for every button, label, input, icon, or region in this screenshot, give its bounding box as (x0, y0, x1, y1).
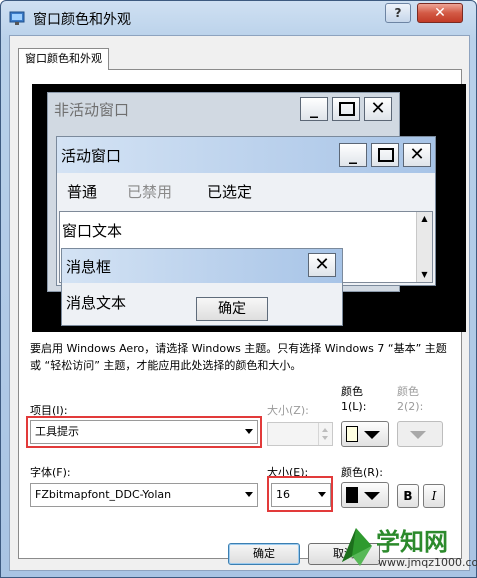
preview-window-text: 窗口文本 (62, 222, 123, 240)
chevron-down-icon (410, 431, 426, 439)
color2-picker-button[interactable] (397, 421, 443, 447)
preview-menu-bar[interactable]: 普通 已禁用 已选定 (57, 175, 435, 205)
help-button[interactable]: ? (385, 3, 411, 23)
close-button[interactable]: ✕ (417, 3, 463, 23)
highlight-box-font-size (267, 476, 333, 512)
preview-ok-button[interactable]: 确定 (196, 297, 268, 321)
preview-msgbox-title: 消息框 (66, 258, 112, 276)
item-size-spinner[interactable] (267, 422, 333, 446)
chevron-down-icon (245, 492, 253, 497)
font-color-label: 颜色(R): (341, 466, 383, 479)
preview-msgbox-close-button[interactable]: ✕ (308, 253, 336, 277)
font-label: 字体(F): (30, 466, 71, 479)
maximize-icon (339, 102, 355, 116)
highlight-box-item (26, 416, 262, 448)
font-color-swatch (346, 487, 358, 503)
preview-inactive-close-button[interactable]: ✕ (364, 97, 392, 121)
italic-button[interactable]: I (423, 484, 445, 508)
preview-inactive-title: 非活动窗口 (54, 101, 130, 119)
font-select[interactable]: FZbitmapfont_DDC-Yolan (30, 483, 258, 507)
preview-scrollbar[interactable]: ▲ ▼ (416, 212, 432, 282)
chevron-down-icon (364, 431, 380, 439)
scroll-down-icon[interactable]: ▼ (417, 268, 432, 282)
bold-button[interactable]: B (397, 484, 419, 508)
preview-msgbox-titlebar[interactable]: 消息框 ✕ (62, 249, 342, 283)
color1-picker-button[interactable] (341, 421, 389, 447)
preview-inactive-maximize-button[interactable] (332, 97, 360, 121)
ok-button[interactable]: 确定 (228, 543, 300, 565)
title-bar[interactable]: 窗口颜色和外观 ? ✕ (1, 1, 476, 35)
preview-msgbox-text: 消息文本 (66, 294, 127, 312)
watermark-url: www.jmqz1000.com (378, 556, 477, 569)
watermark-main-text: 学知网 (376, 528, 448, 556)
maximize-icon (378, 148, 394, 162)
scroll-up-icon[interactable]: ▲ (417, 212, 432, 226)
spinner-arrows-icon[interactable] (318, 423, 332, 445)
preview-inactive-minimize-button[interactable]: _ (300, 97, 328, 121)
item-size-label: 大小(Z): (267, 404, 309, 417)
preview-menu-normal[interactable]: 普通 (67, 181, 97, 202)
preview-menu-selected[interactable]: 已选定 (207, 181, 252, 202)
preview-active-titlebar[interactable]: 活动窗口 _ ✕ (57, 137, 435, 173)
window-title: 窗口颜色和外观 (33, 12, 131, 28)
chevron-down-icon (364, 492, 380, 500)
font-color-picker-button[interactable] (341, 482, 389, 508)
watermark-leaf-icon (342, 528, 372, 566)
preview-message-box[interactable]: 消息框 ✕ 消息文本 确定 (61, 248, 343, 326)
aero-info-text: 要启用 Windows Aero，请选择 Windows 主题。只有选择 Win… (30, 342, 447, 372)
preview-active-minimize-button[interactable]: _ (339, 143, 367, 167)
display-settings-icon (9, 11, 25, 25)
watermark: 学知网 www.jmqz1000.com (338, 520, 477, 576)
color1-swatch (346, 426, 358, 442)
font-select-value: FZbitmapfont_DDC-Yolan (35, 488, 172, 501)
color1-label: 颜色 1(L): (341, 385, 367, 413)
color2-label: 颜色 2(2): (397, 385, 424, 413)
preview-active-title: 活动窗口 (61, 147, 122, 165)
preview-active-maximize-button[interactable] (371, 143, 399, 167)
appearance-preview[interactable]: 非活动窗口 _ ✕ 活动窗口 _ ✕ 普通 已禁用 已选定 窗口文本 ▲ ▼ 消… (32, 84, 466, 332)
tab-window-color[interactable]: 窗口颜色和外观 (18, 48, 109, 70)
preview-menu-disabled[interactable]: 已禁用 (127, 181, 172, 202)
preview-active-close-button[interactable]: ✕ (403, 143, 431, 167)
